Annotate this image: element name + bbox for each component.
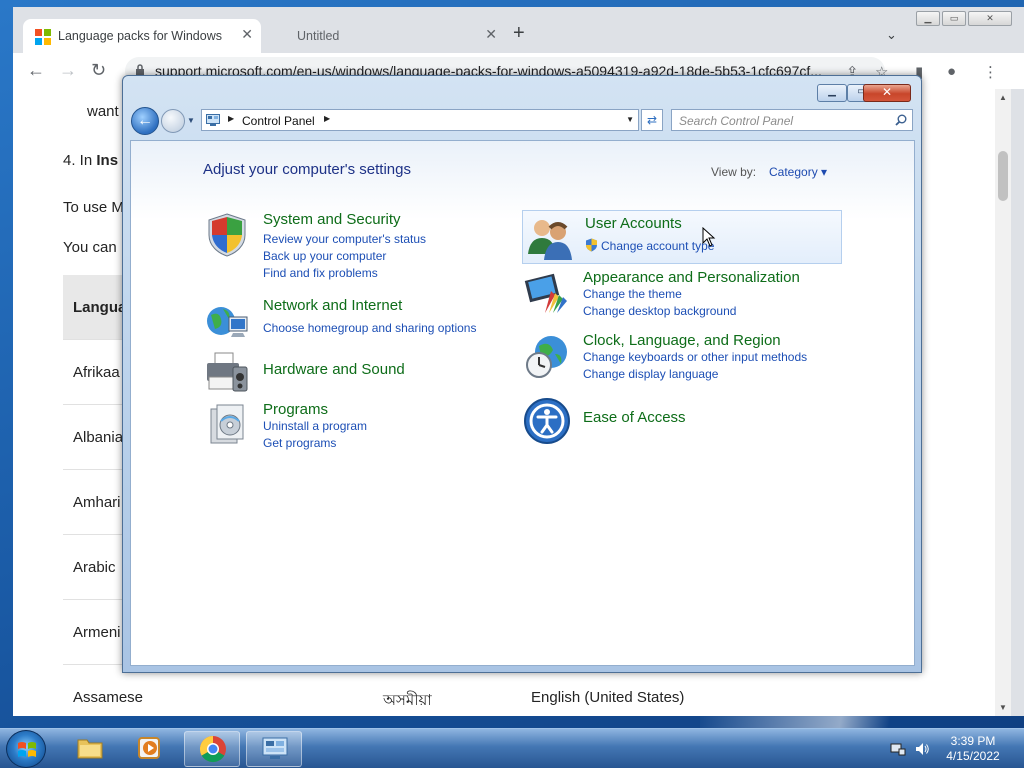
search-icon[interactable]: [895, 114, 907, 126]
breadcrumb-separator-icon: ▶: [228, 114, 235, 123]
volume-icon[interactable]: [914, 741, 930, 757]
network-tray-icon[interactable]: [890, 741, 906, 757]
clock-time: 3:39 PM: [950, 734, 996, 748]
network-icon: [207, 307, 248, 337]
category-link[interactable]: Back up your computer: [263, 249, 386, 263]
control-panel-icon: [206, 114, 220, 126]
category-system-security: System and Security Review your computer…: [203, 211, 503, 283]
category-title[interactable]: Hardware and Sound: [263, 361, 405, 378]
category-hardware-sound: Hardware and Sound: [203, 347, 503, 399]
new-tab-button[interactable]: +: [513, 23, 525, 43]
reload-button[interactable]: ↻: [91, 61, 106, 79]
close-window-button[interactable]: ✕: [968, 11, 1012, 26]
scrollbar-thumb[interactable]: [998, 151, 1008, 201]
category-title[interactable]: Ease of Access: [583, 409, 686, 426]
category-clock-language-region: Clock, Language, and Region Change keybo…: [523, 332, 863, 388]
taskbar-explorer[interactable]: [62, 731, 118, 767]
category-link[interactable]: Uninstall a program: [263, 419, 367, 433]
shield-icon: [208, 213, 246, 257]
windows-logo-icon: [18, 742, 36, 757]
chrome-icon: [199, 735, 226, 763]
category-network-internet: Network and Internet Choose homegroup an…: [203, 297, 503, 349]
tab-language-packs[interactable]: Language packs for Windows ✕: [23, 19, 261, 53]
tab-title: Language packs for Windows: [58, 29, 222, 43]
breadcrumb[interactable]: Control Panel: [242, 114, 315, 128]
globe-clock-icon: [526, 336, 567, 378]
ease-of-access-icon: [524, 398, 570, 444]
close-tab-icon[interactable]: ✕: [485, 26, 497, 43]
cp-minimize-button[interactable]: ▁: [817, 84, 847, 102]
tab-strip: Language packs for Windows ✕ Untitled ✕ …: [13, 7, 1024, 53]
category-link[interactable]: Choose homegroup and sharing options: [263, 321, 476, 335]
media-player-icon: [138, 737, 160, 759]
breadcrumb-separator-icon[interactable]: ▶: [324, 114, 330, 123]
clock-date: 4/15/2022: [946, 749, 1000, 763]
folder-icon: [77, 739, 103, 759]
search-placeholder: Search Control Panel: [679, 114, 794, 128]
category-link[interactable]: Change desktop background: [583, 304, 736, 318]
category-title[interactable]: Network and Internet: [263, 297, 402, 314]
taskbar: 3:39 PM 4/15/2022: [0, 728, 1024, 768]
category-ease-of-access: Ease of Access: [523, 397, 843, 447]
control-panel-content: Adjust your computer's settings View by:…: [130, 140, 915, 666]
category-link[interactable]: Change display language: [583, 367, 718, 381]
scroll-up-icon[interactable]: ▲: [999, 93, 1007, 102]
taskbar-chrome[interactable]: [184, 731, 240, 767]
page-text: To use M: [63, 199, 124, 216]
users-icon: [528, 220, 572, 260]
category-link[interactable]: Find and fix problems: [263, 266, 378, 280]
tab-untitled[interactable]: Untitled ✕: [275, 19, 497, 53]
category-title[interactable]: Appearance and Personalization: [583, 269, 800, 286]
programs-icon: [210, 404, 244, 444]
address-dropdown-icon[interactable]: ▼: [626, 115, 634, 124]
back-button[interactable]: ←: [27, 61, 45, 79]
category-link[interactable]: Change keyboards or other input methods: [583, 350, 807, 364]
category-title[interactable]: Programs: [263, 401, 328, 418]
scroll-down-icon[interactable]: ▼: [999, 703, 1007, 712]
category-link[interactable]: Change the theme: [583, 287, 682, 301]
profile-avatar-icon[interactable]: ●: [947, 63, 956, 80]
forward-button[interactable]: →: [59, 61, 77, 79]
view-by-dropdown[interactable]: Category ▾: [769, 165, 827, 179]
start-button[interactable]: [6, 730, 46, 768]
category-programs: Programs Uninstall a program Get program…: [203, 401, 503, 457]
control-panel-icon: [262, 737, 288, 759]
page-scrollbar[interactable]: ▲ ▼: [995, 89, 1011, 716]
category-appearance: Appearance and Personalization Change th…: [523, 269, 843, 325]
page-title: Adjust your computer's settings: [203, 161, 411, 178]
category-link[interactable]: Get programs: [263, 436, 336, 450]
category-title[interactable]: User Accounts: [585, 215, 682, 232]
category-link[interactable]: Change account type: [601, 239, 714, 253]
category-title[interactable]: System and Security: [263, 211, 401, 228]
page-text: You can: [63, 239, 117, 256]
cp-forward-button[interactable]: [161, 109, 185, 133]
page-step: 4. In Ins: [63, 152, 119, 169]
taskbar-media-player[interactable]: [122, 731, 178, 767]
appearance-icon: [524, 273, 567, 313]
view-by-label: View by:: [711, 165, 757, 179]
tab-title: Untitled: [297, 29, 340, 43]
control-panel-window: ▁ ▭ ✕ ← ▼ ▶ Control Panel ▶ ▼ ⇄ Search C…: [122, 75, 922, 673]
category-user-accounts: User Accounts Change account type: [522, 210, 842, 264]
close-tab-icon[interactable]: ✕: [241, 26, 253, 43]
minimize-button[interactable]: ▁: [916, 11, 940, 26]
taskbar-control-panel[interactable]: [246, 731, 302, 767]
category-link[interactable]: Review your computer's status: [263, 232, 426, 246]
cp-back-button[interactable]: ←: [131, 107, 159, 135]
menu-icon[interactable]: ⋮: [983, 63, 998, 81]
tab-search-icon[interactable]: ⌄: [886, 27, 897, 43]
maximize-button[interactable]: ▭: [942, 11, 966, 26]
refresh-button[interactable]: ⇄: [641, 109, 663, 131]
mouse-cursor-icon: [702, 227, 716, 247]
microsoft-logo-icon: [35, 29, 51, 45]
cp-close-button[interactable]: ✕: [863, 84, 911, 102]
clock[interactable]: 3:39 PM 4/15/2022: [940, 734, 1006, 764]
uac-shield-icon: [586, 238, 597, 252]
page-text: want: [87, 103, 119, 120]
category-title[interactable]: Clock, Language, and Region: [583, 332, 781, 349]
printer-icon: [207, 352, 248, 392]
recent-pages-icon[interactable]: ▼: [187, 116, 195, 125]
cp-address-bar[interactable]: ▶ Control Panel ▶ ▼: [201, 109, 639, 131]
search-input[interactable]: Search Control Panel: [671, 109, 913, 131]
